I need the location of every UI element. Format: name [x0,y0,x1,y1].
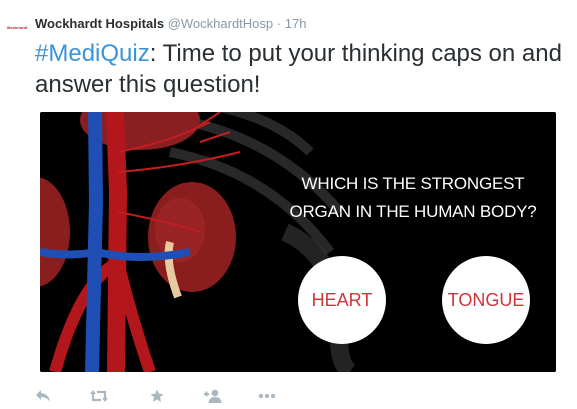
answer-label: HEART [311,289,373,310]
tweet-media[interactable]: WHICH IS THE STRONGEST ORGAN IN THE HUMA… [40,112,556,372]
tweet-header: Wockhardt Hospitals @WockhardtHosp · 17h [35,15,306,33]
avatar-logo-text: Wockhardt [6,24,28,30]
answer-option-tongue[interactable]: TONGUE [442,256,530,344]
quiz-question: WHICH IS THE STRONGEST ORGAN IN THE HUMA… [289,174,537,221]
hashtag-link[interactable]: #MediQuiz [35,40,150,67]
reply-icon[interactable] [33,386,53,406]
favorite-icon[interactable] [147,386,167,406]
answer-label: TONGUE [447,289,525,310]
author-name[interactable]: Wockhardt Hospitals [35,16,164,31]
retweet-icon[interactable] [89,386,109,406]
separator-dot: · [276,16,282,31]
answer-option-heart[interactable]: HEART [298,256,386,344]
more-icon[interactable] [257,386,277,406]
tweet-text: #MediQuiz: Time to put your thinking cap… [35,38,570,100]
avatar[interactable]: Wockhardt [4,20,30,34]
tweet-actions [33,386,277,406]
author-handle[interactable]: @WockhardtHosp [168,16,273,31]
timestamp[interactable]: 17h [285,16,307,31]
follow-icon[interactable] [203,386,223,406]
